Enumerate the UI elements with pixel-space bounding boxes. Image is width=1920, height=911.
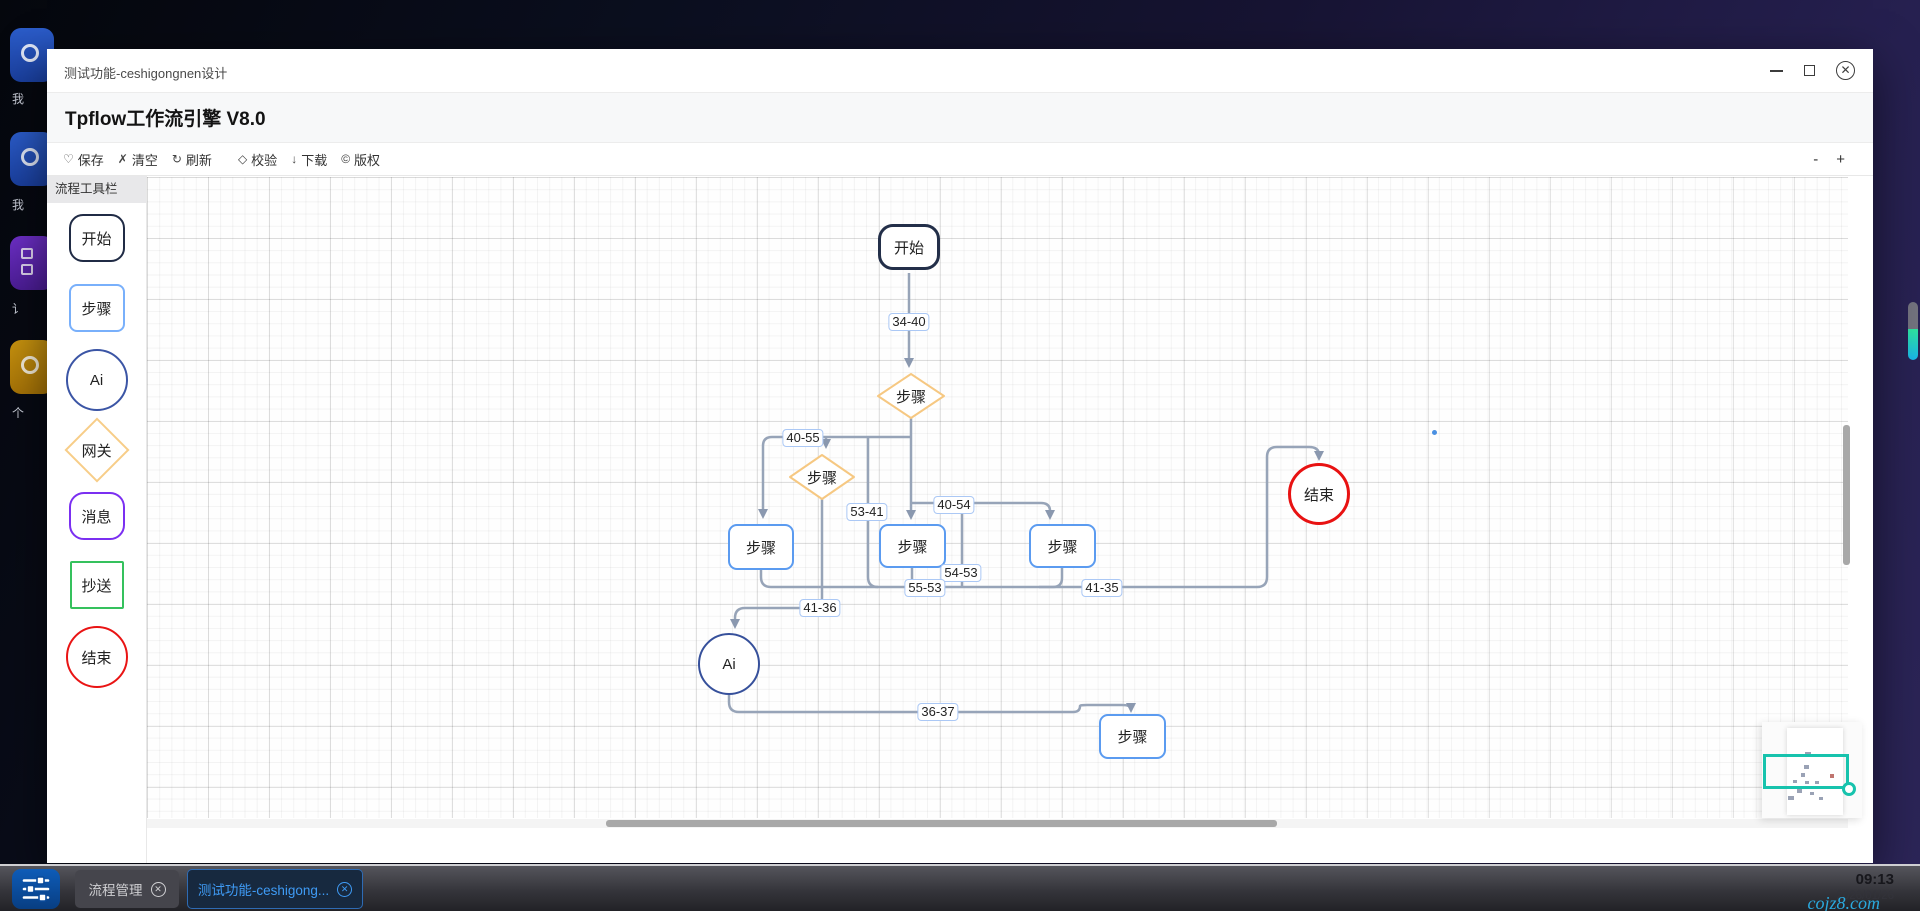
edge-dock-bottom xyxy=(1908,329,1918,360)
edge-label[interactable]: 40-55 xyxy=(782,429,823,447)
copyright-button[interactable]: ©版权 xyxy=(341,150,380,169)
sliders-icon xyxy=(22,876,50,902)
desktop-icon-label: 我 xyxy=(12,196,46,213)
palette-item-message[interactable]: 消息 xyxy=(69,492,125,540)
edge-label[interactable]: 34-40 xyxy=(888,313,929,331)
palette-item-step[interactable]: 步骤 xyxy=(69,284,125,332)
minimize-icon[interactable] xyxy=(1770,70,1783,72)
edge-dock-top xyxy=(1908,302,1918,329)
app-glyph-icon xyxy=(21,264,33,275)
edge-dock-widget[interactable] xyxy=(1908,302,1918,360)
heart-icon: ♡ xyxy=(63,152,74,166)
refresh-icon: ↻ xyxy=(172,152,182,166)
clock-time: 09:13 xyxy=(1836,871,1894,888)
flow-node-start[interactable]: 开始 xyxy=(878,224,940,270)
edge-label[interactable]: 53-41 xyxy=(846,503,887,521)
horizontal-scrollbar-thumb[interactable] xyxy=(606,820,1277,827)
desktop: 我 我 讠 个 测试功能-ceshigongnen设计 ✕ Tpflow工作流引… xyxy=(0,0,1920,911)
minimap xyxy=(1762,722,1862,818)
palette-item-gateway[interactable]: 网关 xyxy=(64,417,129,482)
edge-label[interactable]: 55-53 xyxy=(904,579,945,597)
taskbar-tab-test-function[interactable]: 测试功能-ceshigong... ✕ xyxy=(187,869,363,909)
tab-close-icon[interactable]: ✕ xyxy=(337,882,352,897)
flow-node-step-a[interactable]: 步骤 xyxy=(728,524,794,570)
refresh-button[interactable]: ↻刷新 xyxy=(172,150,212,169)
palette-item-copy[interactable]: 抄送 xyxy=(70,561,124,609)
minimap-resize-handle[interactable] xyxy=(1842,782,1856,796)
app-header: Tpflow工作流引擎 V8.0 xyxy=(47,93,1873,143)
designer-window: 测试功能-ceshigongnen设计 ✕ Tpflow工作流引擎 V8.0 ♡… xyxy=(47,49,1873,863)
desktop-icon-label: 讠 xyxy=(12,300,46,317)
flow-canvas[interactable]: 开始 步骤 步骤 步骤 步骤 步骤 Ai 步骤 结束 34-40 40-55 5… xyxy=(147,177,1848,818)
flow-node-gateway-2[interactable]: 步骤 xyxy=(792,465,852,489)
window-title: 测试功能-ceshigongnen设计 xyxy=(64,63,227,82)
app-glyph-icon xyxy=(21,248,33,259)
endpoint-dot xyxy=(1432,430,1437,435)
desktop-icon-label: 个 xyxy=(12,404,46,421)
app-glyph-icon xyxy=(21,44,39,62)
zoom-out-button[interactable]: - xyxy=(1813,151,1818,168)
palette-item-ai[interactable]: Ai xyxy=(66,349,128,411)
toolbar: ♡保存 ✗清空 ↻刷新 ◇校验 ↓下载 ©版权 - + xyxy=(47,143,1873,176)
palette-sidebar: 流程工具栏 开始 步骤 Ai 网关 消息 抄送 结束 xyxy=(47,176,147,863)
edge-label[interactable]: 36-37 xyxy=(917,703,958,721)
save-button[interactable]: ♡保存 xyxy=(63,150,104,169)
window-titlebar: 测试功能-ceshigongnen设计 ✕ xyxy=(47,49,1873,93)
clear-button[interactable]: ✗清空 xyxy=(118,150,158,169)
maximize-icon[interactable] xyxy=(1804,65,1815,76)
x-icon: ✗ xyxy=(118,152,128,166)
edge-label[interactable]: 41-35 xyxy=(1081,579,1122,597)
palette-item-end[interactable]: 结束 xyxy=(66,626,128,688)
desktop-icon-label: 我 xyxy=(12,90,46,107)
diamond-icon: ◇ xyxy=(238,152,247,166)
flow-node-ai[interactable]: Ai xyxy=(698,633,760,695)
start-menu-button[interactable] xyxy=(12,869,60,909)
download-icon: ↓ xyxy=(291,152,297,166)
edge-label[interactable]: 40-54 xyxy=(933,496,974,514)
app-glyph-icon xyxy=(21,356,39,374)
tab-close-icon[interactable]: ✕ xyxy=(151,882,166,897)
edge-label[interactable]: 54-53 xyxy=(940,564,981,582)
flow-node-gateway-1[interactable]: 步骤 xyxy=(881,384,941,408)
validate-button[interactable]: ◇校验 xyxy=(238,150,277,169)
app-glyph-icon xyxy=(21,148,39,166)
zoom-in-button[interactable]: + xyxy=(1836,151,1845,168)
horizontal-scrollbar xyxy=(147,819,1848,828)
vertical-scrollbar-thumb[interactable] xyxy=(1843,425,1850,565)
close-icon[interactable]: ✕ xyxy=(1836,61,1855,80)
watermark: cojz8.com xyxy=(1808,893,1880,911)
palette-title: 流程工具栏 xyxy=(47,176,146,203)
download-button[interactable]: ↓下载 xyxy=(291,150,327,169)
copyright-icon: © xyxy=(341,152,350,166)
flow-node-step-b[interactable]: 步骤 xyxy=(879,524,946,568)
engine-title: Tpflow工作流引擎 V8.0 xyxy=(65,104,266,131)
palette-item-start[interactable]: 开始 xyxy=(69,214,125,262)
minimap-viewport[interactable] xyxy=(1763,754,1849,789)
flow-node-step-d[interactable]: 步骤 xyxy=(1099,714,1166,759)
flow-node-end[interactable]: 结束 xyxy=(1288,463,1350,525)
taskbar-tab-process-management[interactable]: 流程管理 ✕ xyxy=(75,870,179,908)
taskbar: 流程管理 ✕ 测试功能-ceshigong... ✕ 09:13 2026/01… xyxy=(0,864,1920,911)
edge-label[interactable]: 41-36 xyxy=(799,599,840,617)
flow-node-step-c[interactable]: 步骤 xyxy=(1029,524,1096,568)
designer-main: 流程工具栏 开始 步骤 Ai 网关 消息 抄送 结束 xyxy=(47,176,1873,863)
flow-edges xyxy=(147,177,1848,818)
